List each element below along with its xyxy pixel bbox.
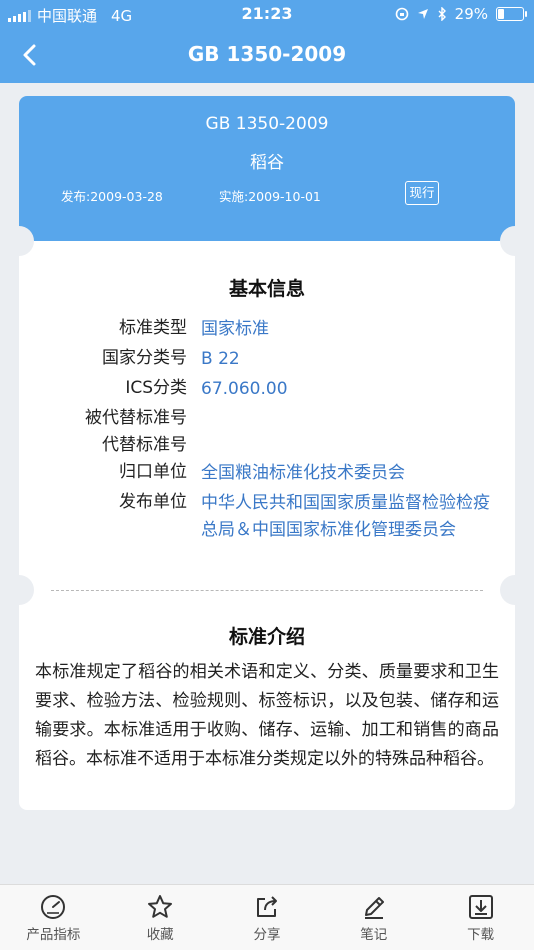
info-value (201, 406, 501, 430)
intro-text: 本标准规定了稻谷的相关术语和定义、分类、质量要求和卫生要求、检验方法、检验规则、… (35, 662, 499, 769)
bluetooth-icon (438, 7, 446, 21)
bottom-tab-bar: 产品指标 收藏 分享 笔记 下载 (0, 884, 534, 950)
tab-notes[interactable]: 笔记 (320, 885, 427, 950)
location-icon (417, 9, 428, 19)
info-label: 国家分类号 (102, 348, 187, 368)
tab-label: 分享 (253, 927, 281, 943)
download-icon (468, 895, 493, 919)
info-row: ICS分类 67.060.00 (19, 376, 515, 403)
page-title: GB 1350-2009 (187, 42, 347, 66)
info-value[interactable]: B 22 (201, 346, 501, 373)
standard-code: GB 1350-2009 (205, 114, 329, 134)
info-row: 国家分类号 B 22 (19, 346, 515, 373)
ticket-notch (500, 575, 515, 605)
standard-card: GB 1350-2009 稻谷 发布:2009-03-28 实施:2009-10… (19, 96, 515, 810)
share-icon (256, 896, 277, 917)
info-row: 代替标准号 (19, 433, 515, 457)
basic-info-list: 标准类型 国家标准 国家分类号 B 22 ICS分类 67.060.00 被代替标准号… (19, 316, 515, 547)
tab-label: 收藏 (146, 927, 174, 943)
publish-date: 发布:2009-03-28 (61, 189, 163, 204)
info-value[interactable]: 国家标准 (201, 316, 501, 343)
star-icon (148, 895, 173, 918)
gauge-icon (41, 895, 66, 919)
info-row: 标准类型 国家标准 (19, 316, 515, 343)
basic-info-title: 基本信息 (228, 278, 305, 300)
info-label: 发布单位 (119, 492, 187, 512)
tab-label: 下载 (467, 927, 495, 943)
tab-download[interactable]: 下载 (427, 885, 534, 950)
section-divider (51, 590, 483, 591)
info-value[interactable]: 中华人民共和国国家质量监督检验检疫总局＆中国国家标准化管理委员会 (201, 490, 491, 544)
info-label: 代替标准号 (102, 435, 187, 455)
tab-label: 产品指标 (26, 927, 81, 943)
implement-date: 实施:2009-10-01 (219, 189, 321, 204)
status-bar: 中国联通 4G 21:23 29% (0, 0, 534, 28)
info-row: 被代替标准号 (19, 406, 515, 430)
tab-favorite[interactable]: 收藏 (107, 885, 214, 950)
pencil-icon (364, 897, 384, 919)
info-value[interactable]: 全国粮油标准化技术委员会 (201, 460, 501, 487)
ticket-notch (19, 575, 34, 605)
info-value (201, 433, 501, 457)
top-bar: 中国联通 4G 21:23 29% GB 1350-2009 (0, 0, 534, 83)
battery-icon (496, 7, 527, 21)
standard-summary: GB 1350-2009 稻谷 发布:2009-03-28 实施:2009-10… (19, 96, 515, 241)
info-label: 标准类型 (119, 318, 187, 338)
tab-share[interactable]: 分享 (214, 885, 321, 950)
info-row: 归口单位 全国粮油标准化技术委员会 (19, 460, 515, 487)
info-label: 归口单位 (119, 462, 187, 482)
info-row: 发布单位 中华人民共和国国家质量监督检验检疫总局＆中国国家标准化管理委员会 (19, 490, 515, 544)
battery-percent: 29% (454, 5, 488, 23)
nav-bar: GB 1350-2009 (0, 28, 534, 83)
standard-name: 稻谷 (250, 153, 284, 173)
status-badge: 现行 (405, 181, 439, 205)
info-value[interactable]: 67.060.00 (201, 376, 501, 403)
intro-title: 标准介绍 (228, 626, 305, 648)
info-label: 被代替标准号 (85, 408, 187, 428)
tab-label: 笔记 (360, 927, 388, 943)
info-label: ICS分类 (125, 378, 187, 398)
rotation-lock-icon (395, 7, 408, 21)
tab-product-indicators[interactable]: 产品指标 (0, 885, 107, 950)
